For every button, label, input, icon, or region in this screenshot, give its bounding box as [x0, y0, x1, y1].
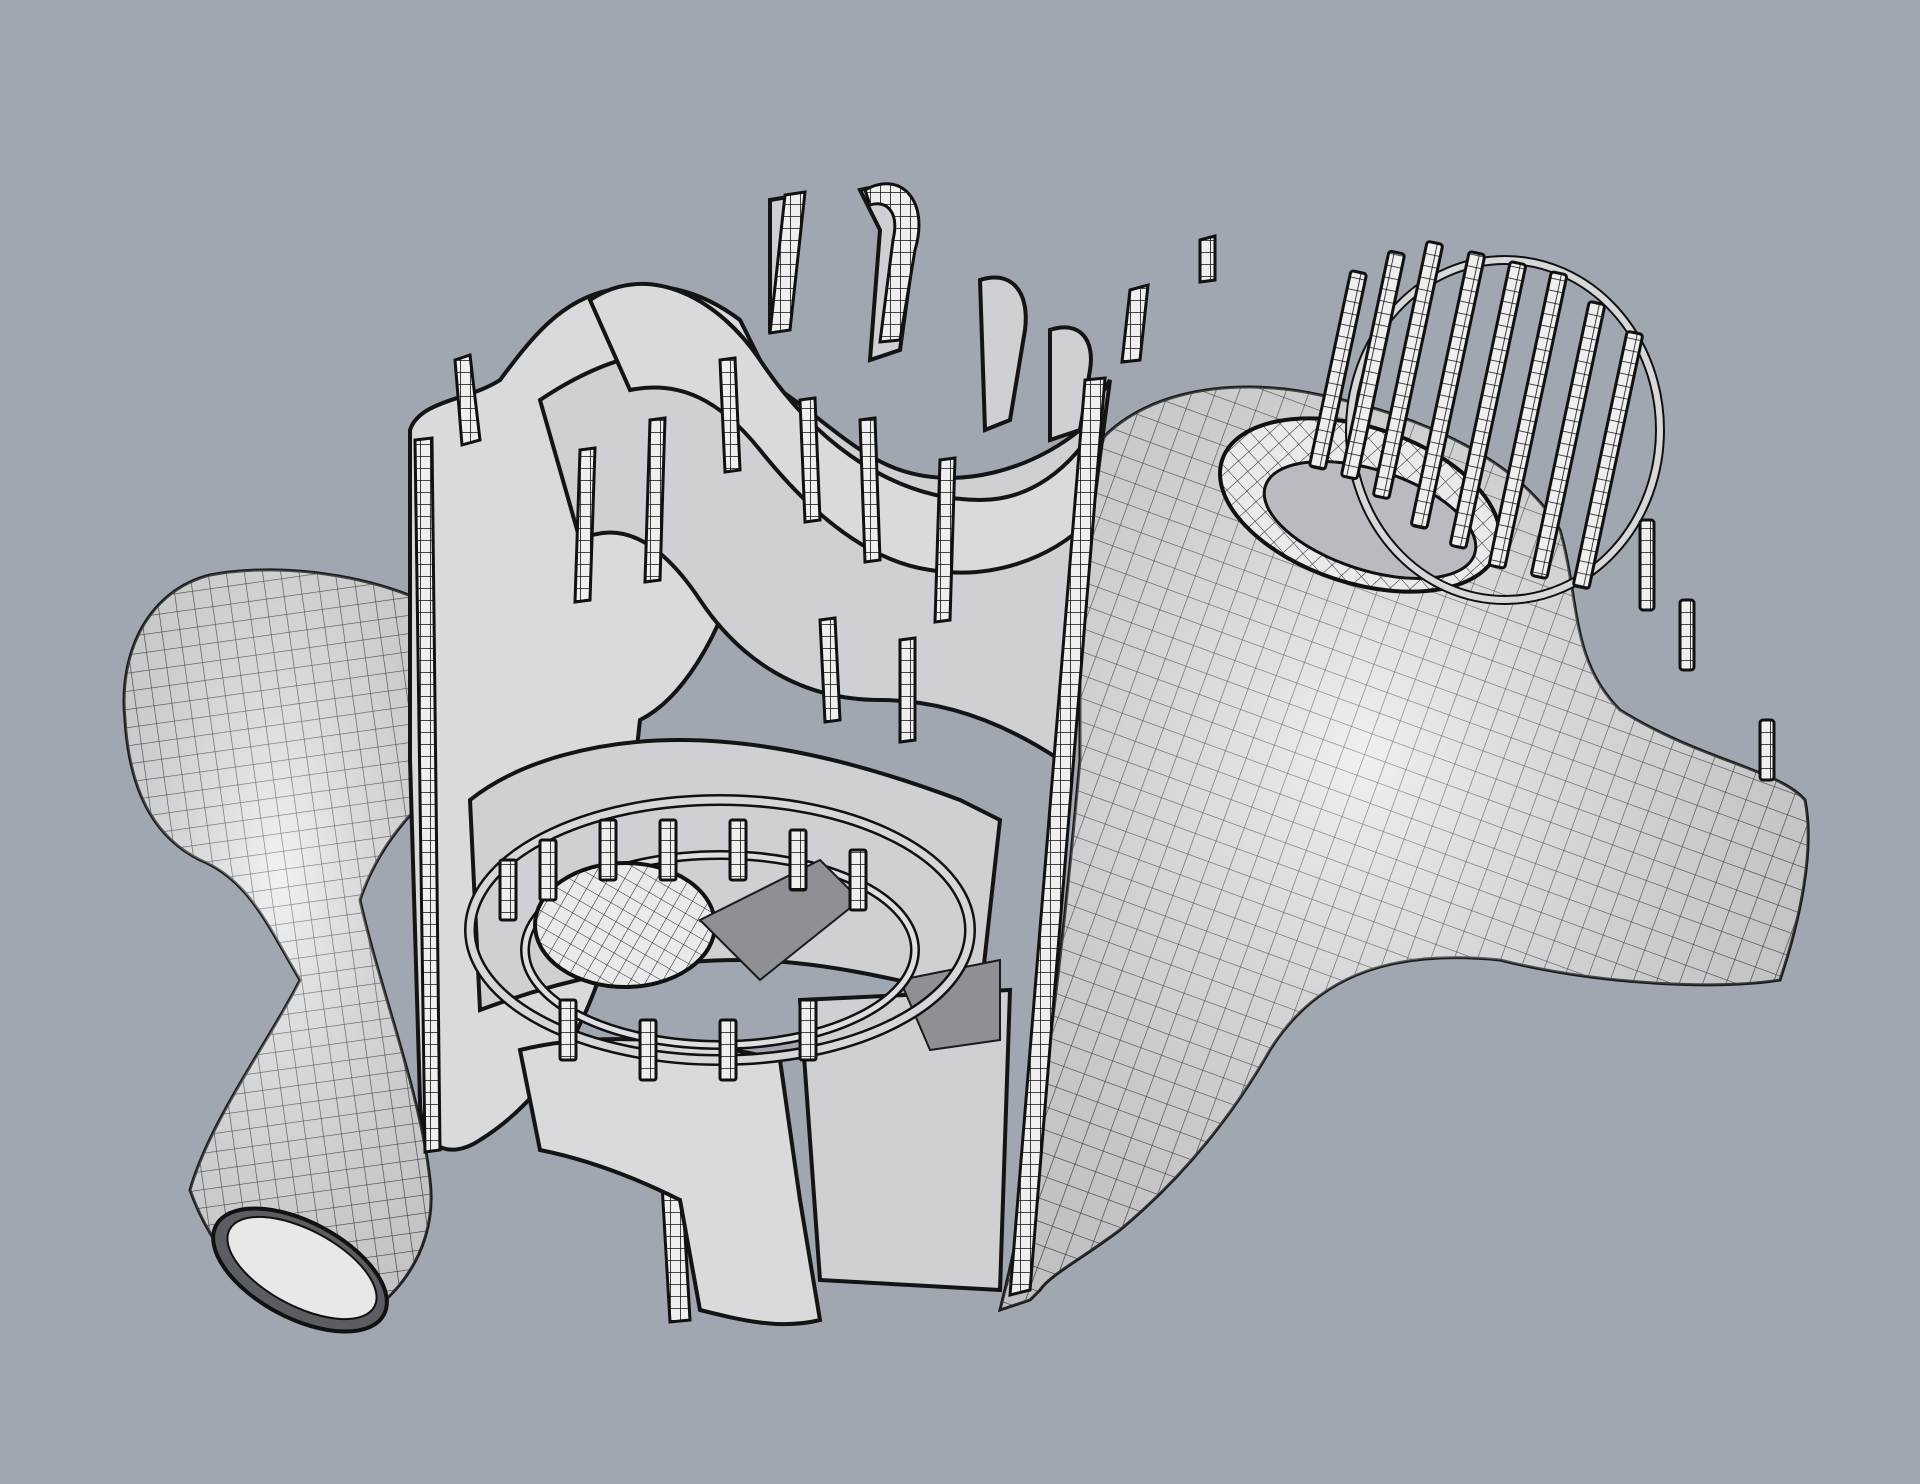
- 3d-viewport[interactable]: [0, 0, 1920, 1484]
- model-canvas[interactable]: [0, 0, 1920, 1484]
- mesh-tube-right-icon[interactable]: [997, 385, 1810, 1313]
- sliced-rib-panels-icon[interactable]: [408, 185, 1112, 1327]
